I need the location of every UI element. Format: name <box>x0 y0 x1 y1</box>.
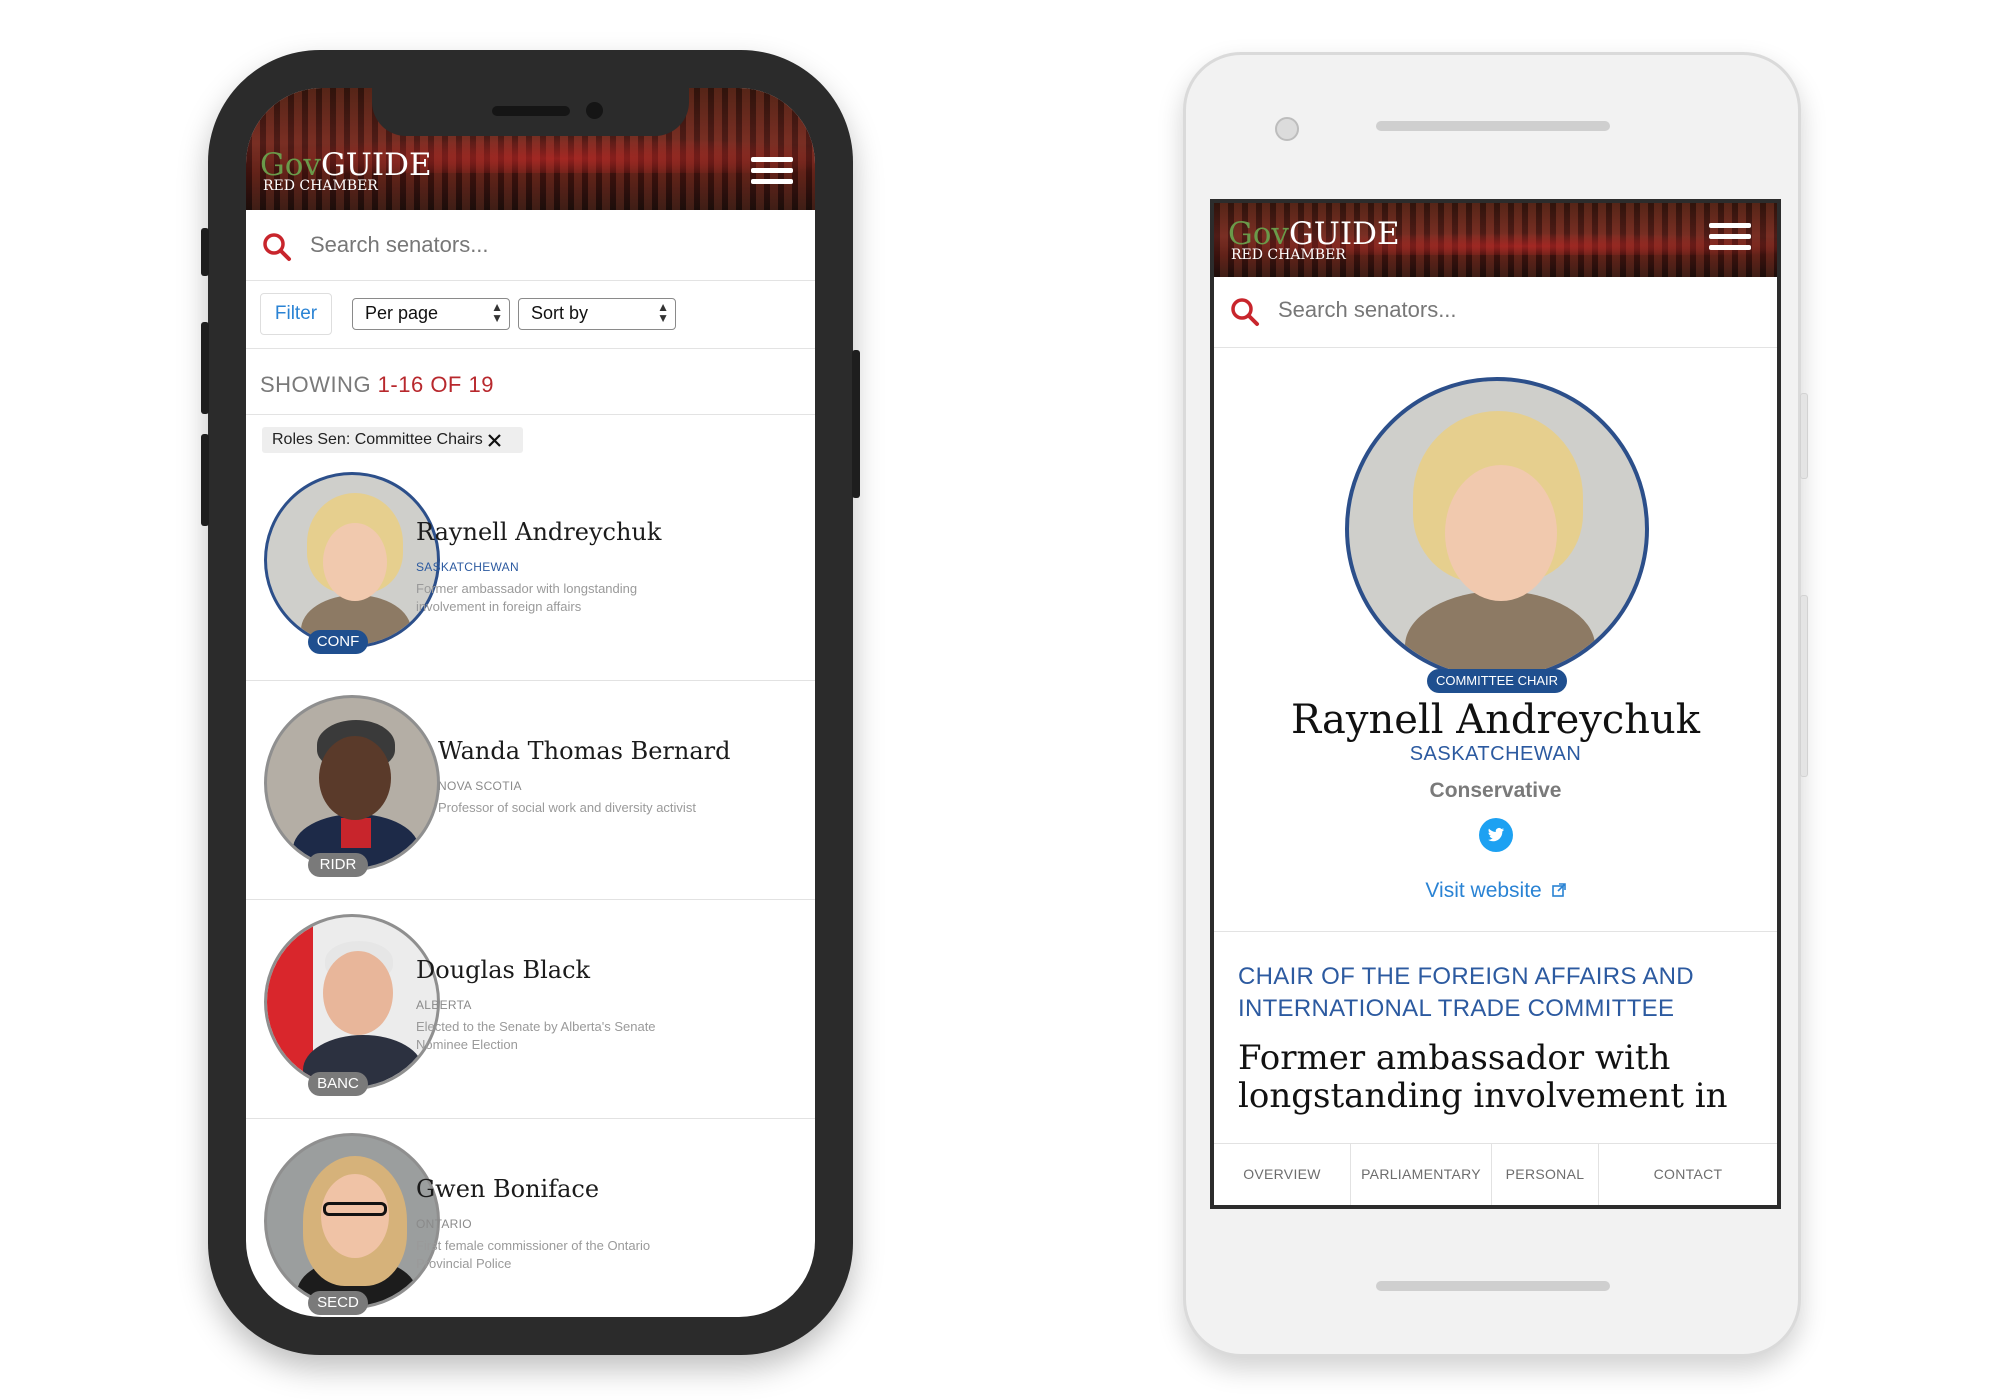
search-bar[interactable]: Search senators... <box>246 210 815 281</box>
committee-badge: CONF <box>308 630 368 654</box>
top-speaker <box>1376 121 1610 131</box>
avatar <box>264 914 440 1090</box>
search-input[interactable]: Search senators... <box>1278 297 1457 323</box>
twitter-icon[interactable] <box>1478 817 1514 853</box>
committee-badge: RIDR <box>308 853 368 877</box>
notch <box>372 88 689 136</box>
app-logo[interactable]: GovGUIDE RED CHAMBER <box>260 150 432 194</box>
android-screen: GovGUIDE RED CHAMBER Search senators... … <box>1210 199 1781 1209</box>
search-icon <box>263 233 291 261</box>
senator-province: ALBERTA <box>416 998 472 1012</box>
filter-chip-label: Roles Sen: Committee Chairs <box>272 431 483 448</box>
results-count: SHOWING 1-16 OF 19 <box>260 372 494 398</box>
tab-overview[interactable]: OVERVIEW <box>1214 1144 1351 1205</box>
per-page-select[interactable]: Per page ▲ ▼ <box>352 298 510 330</box>
senator-description: First female commissioner of the Ontario… <box>416 1238 651 1271</box>
avatar <box>264 695 440 871</box>
list-item[interactable]: BANC Douglas Black ALBERTA Elected to th… <box>246 900 815 1119</box>
senator-province: NOVA SCOTIA <box>438 779 522 793</box>
senator-name[interactable]: Wanda Thomas Bernard <box>438 737 731 765</box>
profile-avatar <box>1345 377 1649 681</box>
visit-website-label: Visit website <box>1425 879 1542 902</box>
tab-personal[interactable]: PERSONAL <box>1492 1144 1599 1205</box>
showing-range: 1-16 OF 19 <box>377 372 494 397</box>
senator-name[interactable]: Douglas Black <box>416 956 590 984</box>
android-device: GovGUIDE RED CHAMBER Search senators... … <box>1183 52 1808 1357</box>
chevron-updown-icon: ▲ ▼ <box>657 300 669 325</box>
search-icon <box>1231 298 1259 326</box>
list-item[interactable]: SECD Gwen Boniface ONTARIO First female … <box>246 1119 815 1317</box>
filter-button[interactable]: Filter <box>260 293 332 335</box>
app-logo[interactable]: GovGUIDE RED CHAMBER <box>1228 219 1400 263</box>
senator-province: ONTARIO <box>416 1217 472 1231</box>
profile-province: SASKATCHEWAN <box>1409 743 1582 765</box>
menu-icon[interactable] <box>1709 223 1751 250</box>
committee-badge: SECD <box>308 1291 368 1315</box>
profile-tabs: OVERVIEW PARLIAMENTARY PERSONAL CONTACT <box>1214 1143 1777 1205</box>
avatar <box>264 472 440 648</box>
power-button <box>852 350 860 498</box>
committee-badge: BANC <box>308 1072 368 1096</box>
sort-by-label: Sort by <box>531 303 589 323</box>
list-item[interactable]: CONF Raynell Andreychuk SASKATCHEWAN For… <box>246 462 815 681</box>
senator-province: SASKATCHEWAN <box>416 560 519 574</box>
showing-prefix: SHOWING <box>260 372 378 397</box>
bottom-speaker <box>1376 1281 1610 1291</box>
search-input[interactable]: Search senators... <box>310 232 489 258</box>
divider <box>1214 931 1777 932</box>
senator-description: Professor of social work and diversity a… <box>438 800 696 815</box>
menu-icon[interactable] <box>751 157 793 184</box>
avatar <box>264 1133 440 1309</box>
front-camera <box>1275 117 1299 141</box>
app-header: GovGUIDE RED CHAMBER <box>1214 203 1777 277</box>
role-heading: CHAIR OF THE FOREIGN AFFAIRS AND INTERNA… <box>1238 963 1694 1022</box>
committee-chair-badge: COMMITTEE CHAIR <box>1427 669 1567 693</box>
volume-down-button <box>201 434 209 526</box>
divider <box>246 414 815 415</box>
profile-summary: Former ambassador with longstanding invo… <box>1238 1038 1728 1116</box>
chevron-updown-icon: ▲ ▼ <box>491 300 503 325</box>
profile-party: Conservative <box>1429 779 1562 802</box>
visit-website-link[interactable]: Visit website <box>1214 879 1777 903</box>
external-link-icon <box>1551 883 1566 897</box>
close-icon[interactable] <box>487 434 501 447</box>
senator-name[interactable]: Gwen Boniface <box>416 1175 599 1203</box>
list-item[interactable]: RIDR Wanda Thomas Bernard NOVA SCOTIA Pr… <box>246 681 815 900</box>
sort-by-select[interactable]: Sort by ▲ ▼ <box>518 298 676 330</box>
profile-name: Raynell Andreychuk <box>1290 697 1701 743</box>
volume-button <box>1800 595 1808 777</box>
front-camera <box>586 102 603 119</box>
filter-toolbar: Filter Per page ▲ ▼ Sort by ▲ ▼ <box>246 280 815 349</box>
search-bar[interactable]: Search senators... <box>1214 277 1777 348</box>
iphone-device: GovGUIDE RED CHAMBER Search senators... … <box>201 50 860 1355</box>
speaker <box>492 106 570 116</box>
power-button <box>1800 393 1808 479</box>
volume-up-button <box>201 322 209 414</box>
senator-description: Former ambassador with longstanding invo… <box>416 581 638 614</box>
senator-name[interactable]: Raynell Andreychuk <box>416 518 661 546</box>
active-filter-chip: Roles Sen: Committee Chairs <box>262 427 523 453</box>
tab-contact[interactable]: CONTACT <box>1599 1144 1777 1205</box>
senator-description: Elected to the Senate by Alberta's Senat… <box>416 1019 656 1052</box>
tab-parliamentary[interactable]: PARLIAMENTARY <box>1351 1144 1492 1205</box>
per-page-label: Per page <box>365 303 439 323</box>
mute-switch <box>201 228 209 276</box>
iphone-screen: GovGUIDE RED CHAMBER Search senators... … <box>246 88 815 1317</box>
